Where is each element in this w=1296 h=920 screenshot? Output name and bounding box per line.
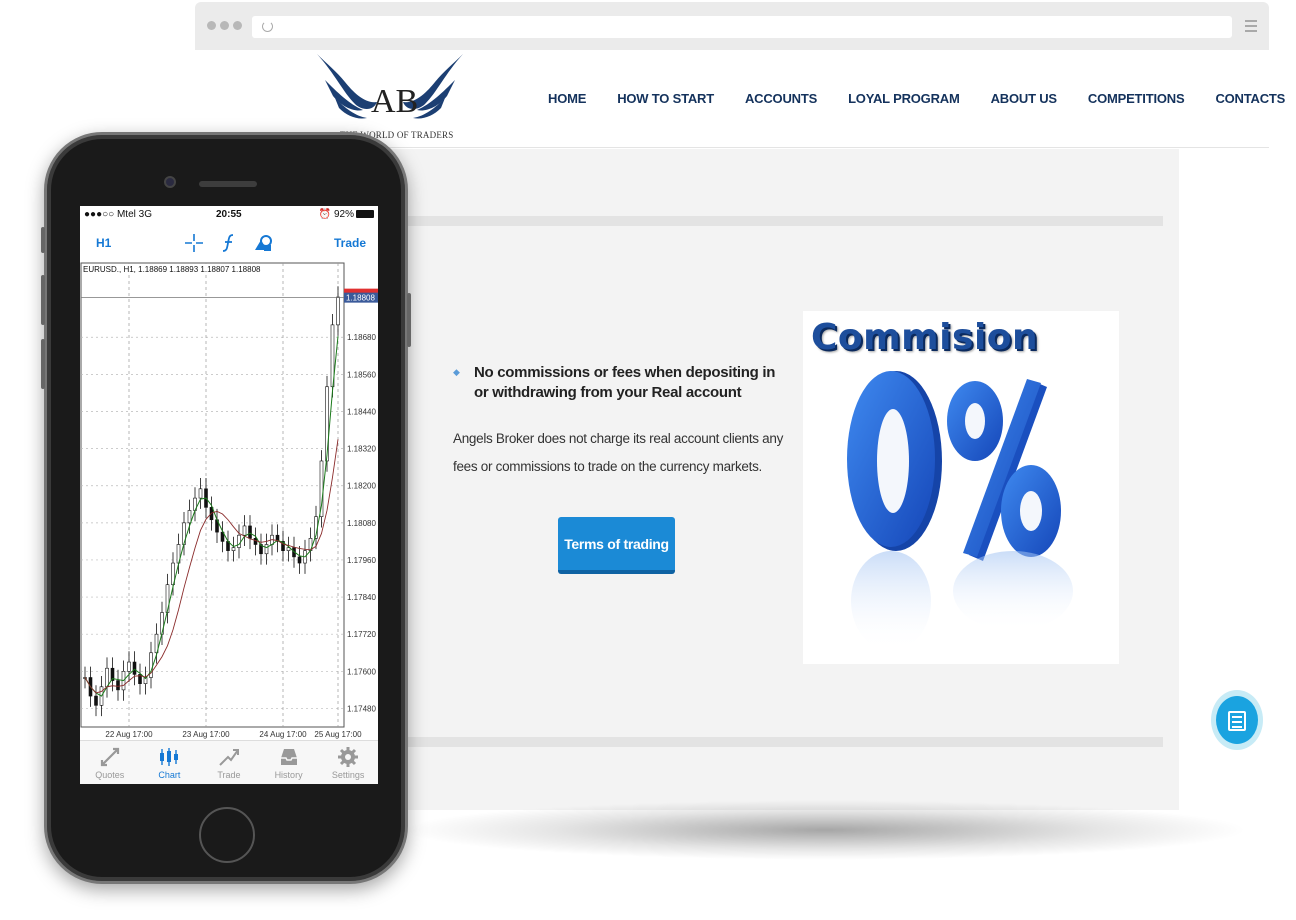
nav-loyal-program[interactable]: LOYAL PROGRAM bbox=[848, 91, 960, 106]
earpiece bbox=[199, 181, 257, 187]
battery-icon bbox=[356, 210, 374, 218]
battery-percent: 92% bbox=[333, 209, 354, 220]
reload-icon[interactable] bbox=[262, 21, 273, 32]
candle-body bbox=[253, 538, 258, 545]
floating-action-button[interactable] bbox=[1211, 690, 1263, 752]
nav-how-to-start[interactable]: HOW TO START bbox=[617, 91, 714, 106]
price-axis-label: 1.17720 bbox=[347, 630, 376, 639]
window-controls[interactable] bbox=[207, 21, 242, 30]
price-axis-label: 1.18680 bbox=[347, 333, 376, 342]
candle-body bbox=[198, 488, 203, 499]
menu-icon[interactable] bbox=[1245, 20, 1257, 35]
price-axis-label: 1.18080 bbox=[347, 519, 376, 528]
power-button bbox=[407, 293, 411, 347]
price-axis-label: 1.17840 bbox=[347, 593, 376, 602]
chart-header: EURUSD., H1, 1.18869 1.18893 1.18807 1.1… bbox=[83, 265, 261, 274]
price-axis-label: 1.18560 bbox=[347, 370, 376, 379]
candle-body bbox=[237, 534, 241, 548]
address-bar[interactable] bbox=[252, 16, 1232, 38]
date-axis-label: 23 Aug 17:00 bbox=[182, 730, 230, 739]
current-price-label: 1.18808 bbox=[346, 294, 375, 303]
feature-bullet-text: No commissions or fees when depositing i… bbox=[474, 364, 776, 401]
candle-body bbox=[336, 296, 340, 326]
timeframe-button[interactable]: H1 bbox=[96, 236, 111, 250]
terms-of-trading-button[interactable]: Terms of trading bbox=[558, 517, 675, 574]
price-axis-label: 1.18320 bbox=[347, 445, 376, 454]
candle-body bbox=[132, 661, 137, 675]
candle-body bbox=[105, 667, 109, 688]
price-axis-label: 1.17960 bbox=[347, 556, 376, 565]
price-axis-label: 1.17480 bbox=[347, 704, 376, 713]
status-clock: 20:55 bbox=[216, 209, 242, 220]
trade-icon bbox=[219, 749, 239, 766]
candle-body bbox=[94, 695, 98, 706]
objects-icon[interactable] bbox=[252, 232, 274, 254]
tab-quotes[interactable]: Quotes bbox=[80, 741, 140, 784]
phone-screen: ●●●○○ Mtel 3G 20:55 ⏰ 92% H1 Trade 1.186… bbox=[80, 206, 378, 784]
candlestick-chart: 1.18680 1.18560 1.18440 1.18320 1.18200 1.180… bbox=[80, 262, 378, 739]
logo-wings-icon: AB bbox=[317, 54, 463, 120]
crosshair-icon[interactable] bbox=[183, 232, 205, 254]
candle-body bbox=[264, 544, 269, 555]
divider-top bbox=[395, 216, 1163, 226]
diamond-bullet-icon: ◆ bbox=[453, 367, 460, 377]
price-axis-label: 1.18440 bbox=[347, 407, 376, 416]
mute-switch bbox=[41, 227, 45, 253]
date-axis-label: 25 Aug 17:00 bbox=[314, 730, 362, 739]
smartphone: ●●●○○ Mtel 3G 20:55 ⏰ 92% H1 Trade 1.186… bbox=[41, 132, 411, 884]
alarm-icon: ⏰ bbox=[318, 209, 332, 220]
browser-toolbar bbox=[195, 2, 1269, 50]
price-axis-label: 1.18200 bbox=[347, 482, 376, 491]
candle-body bbox=[242, 525, 247, 536]
candle-body bbox=[231, 547, 236, 551]
candle-body bbox=[116, 680, 120, 691]
description-paragraph: Angels Broker does not charge its real a… bbox=[453, 431, 784, 474]
settings-icon bbox=[338, 747, 359, 767]
volume-down-button bbox=[41, 339, 45, 389]
front-camera bbox=[164, 176, 176, 188]
candle-body bbox=[297, 556, 302, 564]
tab-settings[interactable]: Settings bbox=[318, 741, 378, 784]
document-icon bbox=[1228, 711, 1246, 731]
tab-bar: Quotes Chart Trade History Settings bbox=[80, 740, 378, 784]
candle-body bbox=[127, 661, 131, 672]
tab-history[interactable]: History bbox=[259, 741, 319, 784]
status-bar: ●●●○○ Mtel 3G 20:55 ⏰ 92% bbox=[80, 206, 378, 224]
volume-up-button bbox=[41, 275, 45, 325]
chart-toolbar: H1 Trade bbox=[80, 224, 378, 262]
browser-shadow bbox=[400, 800, 1250, 860]
quotes-icon bbox=[100, 747, 119, 767]
chart-icon bbox=[160, 748, 179, 766]
chart-plot-frame bbox=[80, 262, 345, 728]
trade-button[interactable]: Trade bbox=[334, 236, 366, 250]
divider-bottom bbox=[395, 737, 1163, 747]
function-icon[interactable] bbox=[218, 232, 240, 254]
history-icon bbox=[280, 749, 297, 765]
candle-body bbox=[187, 510, 192, 524]
nav-accounts[interactable]: ACCOUNTS bbox=[745, 91, 817, 106]
nav-home[interactable]: HOME bbox=[548, 91, 586, 106]
home-button[interactable] bbox=[199, 807, 255, 863]
site-logo[interactable]: AB THE WORLD OF TRADERS bbox=[315, 52, 465, 144]
logo-monogram: AB bbox=[371, 83, 418, 120]
nav-competitions[interactable]: COMPETITIONS bbox=[1088, 91, 1185, 106]
nav-contacts[interactable]: CONTACTS bbox=[1215, 91, 1285, 106]
candle-body bbox=[248, 525, 252, 539]
commission-promo-image: Commision bbox=[803, 311, 1119, 664]
nav-about-us[interactable]: ABOUT US bbox=[991, 91, 1057, 106]
date-axis-label: 24 Aug 17:00 bbox=[259, 730, 307, 739]
zero-percent-graphic bbox=[847, 371, 1073, 651]
price-axis-label: 1.17600 bbox=[347, 667, 376, 676]
main-nav: HOME HOW TO START ACCOUNTS LOYAL PROGRAM… bbox=[548, 91, 1285, 106]
date-axis-label: 22 Aug 17:00 bbox=[105, 730, 153, 739]
carrier-signal: ●●●○○ Mtel 3G bbox=[84, 209, 152, 220]
battery-indicator: ⏰ 92% bbox=[319, 209, 374, 220]
tab-chart[interactable]: Chart bbox=[140, 741, 200, 784]
tab-trade[interactable]: Trade bbox=[199, 741, 259, 784]
price-chart[interactable]: 1.18680 1.18560 1.18440 1.18320 1.18200 1.180… bbox=[80, 262, 378, 740]
stage: AB THE WORLD OF TRADERS HOME HOW TO STAR… bbox=[0, 0, 1296, 920]
promo-title: Commision bbox=[811, 317, 1039, 358]
